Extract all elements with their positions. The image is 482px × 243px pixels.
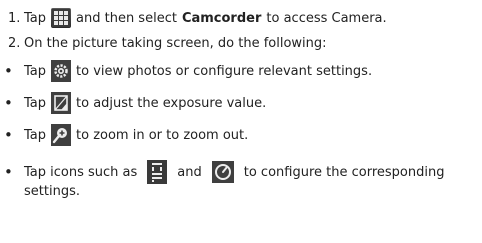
step-2: 2. On the picture taking screen, do the …	[8, 36, 327, 51]
hdr-icon	[147, 160, 168, 184]
step-number: 2.	[8, 36, 21, 51]
apps-grid-icon	[51, 8, 72, 28]
bullet-icons-continued: settings.	[24, 184, 80, 199]
step-1: 1. Tap and then select Camcorder to acce…	[8, 8, 387, 28]
bullet-text: to view photos or configure relevant set…	[76, 63, 373, 79]
bullet-exposure: • Tap to adjust the exposure value.	[4, 92, 266, 114]
bullet-text: Tap icons such as	[24, 164, 138, 180]
bullet-text: and	[177, 164, 202, 180]
bullet-text: Tap	[24, 95, 47, 111]
step-text: Tap	[24, 10, 47, 26]
step-text: On the picture taking screen, do the fol…	[24, 36, 327, 51]
timer-icon	[211, 161, 234, 183]
step-text: and then select	[76, 10, 177, 26]
bullet-text: to zoom in or to zoom out.	[76, 127, 249, 143]
zoom-icon	[51, 124, 72, 146]
bullet: •	[4, 163, 13, 181]
bullet-text: settings.	[24, 184, 80, 199]
bullet: •	[4, 126, 13, 144]
bullet-zoom: • Tap to zoom in or to zoom out.	[4, 124, 248, 146]
bullet-text: Tap	[24, 63, 47, 79]
bullet-gear: • Tap to view photos or configure releva…	[4, 60, 372, 82]
bullet-text: to configure the corresponding	[243, 164, 445, 180]
bullet-text: Tap	[24, 127, 47, 143]
step-text: to access Camera.	[266, 10, 387, 26]
bullet: •	[4, 62, 13, 80]
bullet-icons: • Tap icons such as and to configure the…	[4, 160, 444, 184]
bullet: •	[4, 94, 13, 112]
gear-icon	[51, 60, 72, 82]
bullet-text: to adjust the exposure value.	[76, 95, 267, 111]
exposure-icon	[51, 92, 72, 114]
camcorder-label: Camcorder	[181, 10, 262, 26]
step-number: 1.	[8, 10, 21, 26]
